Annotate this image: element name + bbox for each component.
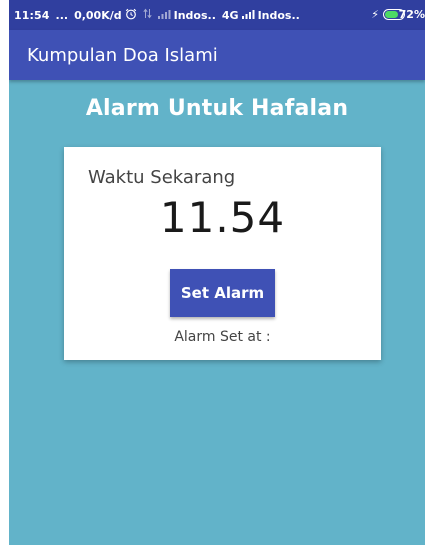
battery-percent: 72%: [398, 8, 425, 21]
charging-bolt-icon: ⚡: [371, 8, 379, 21]
network-speed: 0,00K/d: [74, 8, 122, 22]
page-title: Alarm Untuk Hafalan: [85, 96, 349, 121]
carrier-name: Indos..: [173, 8, 216, 22]
signal-icon: [157, 9, 171, 22]
app-screen: 11:54 ... 0,00K/d Indos.. 4G Indos.. ⚡ 7…: [9, 0, 425, 545]
status-more: ...: [55, 8, 69, 22]
signal-icon: [241, 9, 255, 22]
current-time-display: 11.54: [159, 193, 286, 242]
alarm-clock-icon: [125, 8, 137, 23]
alarm-card: Waktu Sekarang 11.54 Set Alarm Alarm Set…: [64, 147, 381, 360]
set-alarm-button[interactable]: Set Alarm: [170, 269, 275, 317]
app-title: Kumpulan Doa Islami: [27, 44, 218, 66]
app-bar: Kumpulan Doa Islami: [9, 30, 425, 80]
status-time: 11:54: [14, 8, 50, 22]
current-time-label: Waktu Sekarang: [88, 167, 236, 188]
network-type: 4G: [221, 8, 239, 22]
data-arrows-icon: [143, 8, 152, 22]
carrier-name: Indos..: [257, 8, 300, 22]
battery-fill: [385, 11, 398, 18]
status-bar: 11:54 ... 0,00K/d Indos.. 4G Indos.. ⚡ 7…: [9, 0, 425, 30]
alarm-status-text: Alarm Set at :: [174, 329, 271, 345]
